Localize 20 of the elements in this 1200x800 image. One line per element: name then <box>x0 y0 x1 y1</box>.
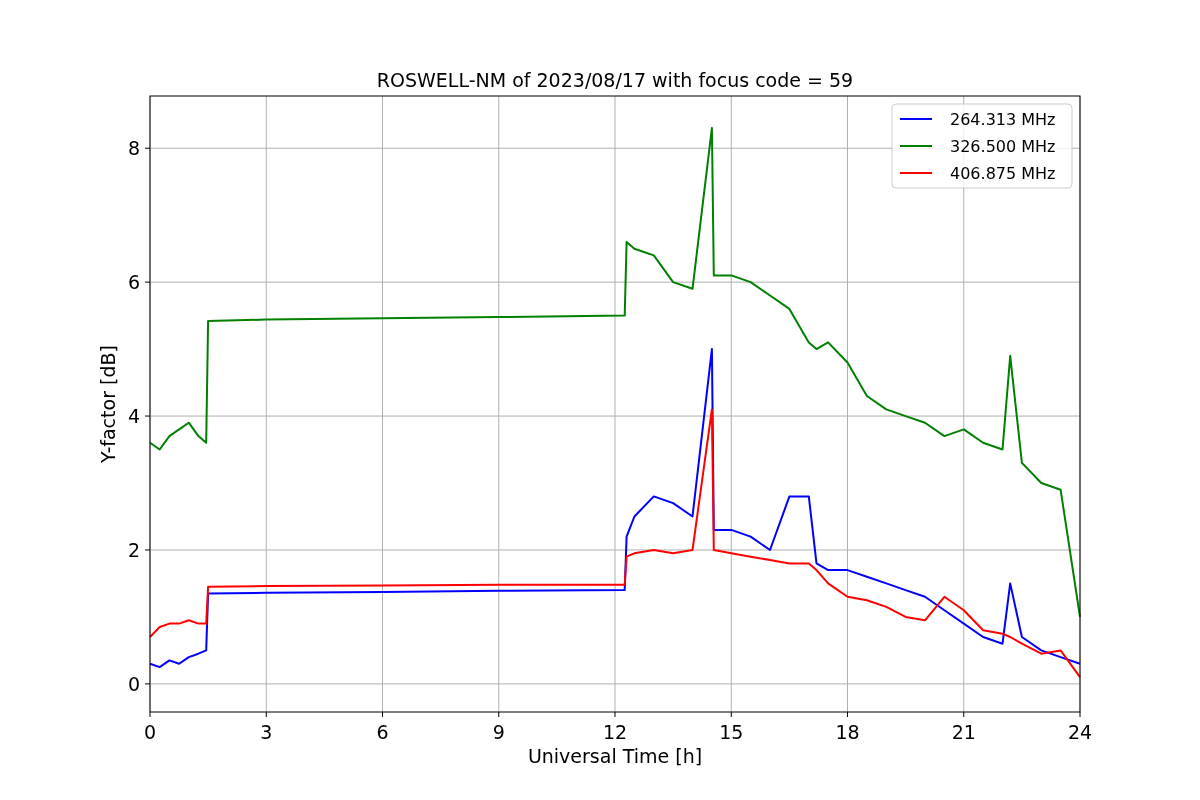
tick-label: 12 <box>602 721 628 743</box>
legend-label: 406.875 MHz <box>950 164 1056 183</box>
tick-label: 6 <box>376 721 389 743</box>
tick-label: 18 <box>835 721 860 743</box>
axis-title: Y-factor [dB] <box>97 345 119 463</box>
axis-title: Universal Time [h] <box>527 745 703 767</box>
tick-label: 24 <box>1067 721 1093 743</box>
tick-label: 8 <box>127 137 140 160</box>
tick-label: 21 <box>951 721 976 743</box>
chart-title: ROSWELL-NM of 2023/08/17 with focus code = 59 <box>376 69 854 91</box>
tick-label: 0 <box>143 721 157 743</box>
tick-label: 3 <box>260 721 273 743</box>
tick-label: 6 <box>127 271 140 294</box>
tick-label: 0 <box>127 672 140 695</box>
tick-label: 9 <box>492 721 505 743</box>
tick-label: 15 <box>719 721 744 743</box>
legend-label: 326.500 MHz <box>950 137 1056 156</box>
tick-label: 4 <box>127 405 140 428</box>
tick-label: 2 <box>127 538 140 561</box>
legend-label: 264.313 MHz <box>950 110 1056 129</box>
